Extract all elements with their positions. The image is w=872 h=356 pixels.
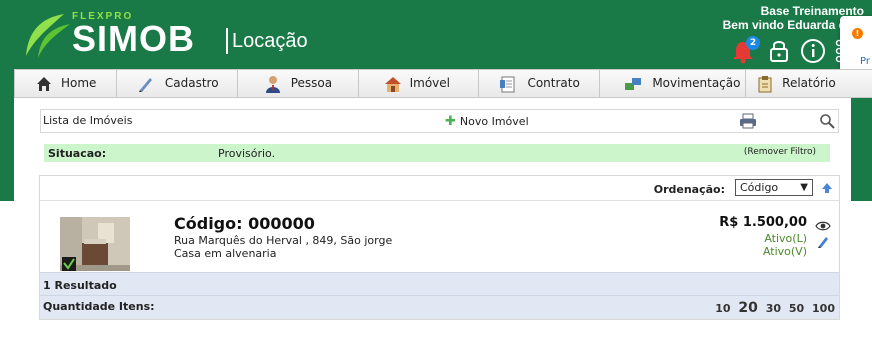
print-icon[interactable] bbox=[739, 113, 757, 129]
nav-label-contrato: Contrato bbox=[527, 76, 580, 90]
nav-item-pessoa[interactable]: Pessoa bbox=[237, 70, 359, 97]
nav-item-relatorio[interactable]: Relatório bbox=[746, 70, 872, 97]
property-type: Casa em alvenaria bbox=[174, 247, 277, 260]
home-icon bbox=[37, 77, 51, 91]
status-rental: Ativo(L) bbox=[764, 232, 807, 245]
status-sale: Ativo(V) bbox=[762, 245, 807, 258]
property-photo bbox=[60, 217, 130, 271]
ordering-select[interactable]: Código ▼ bbox=[735, 179, 813, 196]
logo-divider bbox=[226, 28, 228, 54]
logo-simob-text: SIMOB bbox=[72, 18, 196, 59]
lock-button[interactable] bbox=[766, 38, 792, 64]
nav-item-cadastro[interactable]: Cadastro bbox=[116, 70, 238, 97]
results-count-bar: 1 Resultado bbox=[40, 272, 839, 295]
page-size-options: 10 20 30 50 100 bbox=[711, 300, 835, 316]
ordering-divider bbox=[40, 200, 839, 201]
ordering-selected-value: Código bbox=[740, 181, 779, 194]
nav-label-relatorio: Relatório bbox=[782, 76, 836, 90]
nav-item-contrato[interactable]: Contrato bbox=[479, 70, 601, 97]
clipboard-icon bbox=[758, 76, 772, 93]
nav-item-imovel[interactable]: Imóvel bbox=[358, 70, 480, 97]
ordering-label: Ordenação: bbox=[653, 183, 725, 196]
nav-item-movimentacao[interactable]: Movimentação bbox=[600, 70, 747, 97]
new-property-label: Novo Imóvel bbox=[459, 115, 529, 128]
info-icon: ! bbox=[852, 28, 863, 39]
nav-label-home: Home bbox=[61, 76, 97, 90]
pen-icon bbox=[138, 78, 152, 92]
page-size-100[interactable]: 100 bbox=[812, 302, 835, 315]
chevron-down-icon: ▼ bbox=[800, 182, 808, 193]
sort-ascending-icon[interactable] bbox=[821, 182, 833, 194]
active-filter-bar: Situacao: Provisório. (Remover Filtro) bbox=[44, 144, 830, 162]
quantity-label: Quantidade Itens: bbox=[43, 300, 155, 313]
property-address: Rua Marquês do Herval , 849, São jorge bbox=[174, 234, 393, 247]
nav-item-home[interactable]: Home bbox=[15, 70, 117, 97]
property-price: R$ 1.500,00 bbox=[719, 215, 807, 230]
results-container: Ordenação: Código ▼ Código: 000000 Rua M… bbox=[39, 175, 840, 320]
app-header: FLEXPRO SIMOB Locação Base Treinamento B… bbox=[0, 0, 872, 68]
filter-value: Provisório. bbox=[218, 147, 276, 160]
lock-icon bbox=[770, 41, 788, 62]
list-toolbar: Lista de Imóveis ✚ Novo Imóvel bbox=[40, 109, 839, 133]
simob-logo[interactable]: FLEXPRO SIMOB Locação bbox=[20, 8, 320, 64]
plus-icon: ✚ bbox=[445, 114, 456, 129]
page-size-10[interactable]: 10 bbox=[715, 302, 730, 315]
info-icon bbox=[801, 39, 825, 63]
view-eye-icon[interactable] bbox=[815, 220, 831, 232]
property-thumbnail[interactable] bbox=[60, 217, 130, 271]
house-icon bbox=[384, 77, 401, 92]
document-icon bbox=[500, 76, 515, 93]
transfer-icon bbox=[625, 78, 642, 90]
page-size-50[interactable]: 50 bbox=[789, 302, 804, 315]
remove-filter-link[interactable]: (Remover Filtro) bbox=[744, 147, 816, 157]
ordering-control: Ordenação: Código ▼ bbox=[40, 179, 833, 197]
nav-label-imovel: Imóvel bbox=[409, 76, 450, 90]
main-nav: Home Cadastro Pessoa Imóvel Contrato Mov… bbox=[14, 69, 872, 98]
property-code[interactable]: Código: 000000 bbox=[174, 214, 315, 233]
page-size-20[interactable]: 20 bbox=[738, 300, 757, 316]
list-title: Lista de Imóveis bbox=[43, 114, 133, 127]
search-icon[interactable] bbox=[819, 113, 835, 129]
filter-label: Situacao: bbox=[48, 147, 107, 160]
new-property-button[interactable]: ✚ Novo Imóvel bbox=[445, 114, 529, 129]
nav-label-movimentacao: Movimentação bbox=[652, 76, 741, 90]
edit-pencil-icon[interactable] bbox=[817, 236, 829, 248]
toast-text: Pr bbox=[860, 56, 870, 67]
results-count: 1 Resultado bbox=[43, 279, 117, 292]
info-button[interactable] bbox=[800, 38, 826, 64]
page-size-bar: Quantidade Itens: 10 20 30 50 100 bbox=[40, 295, 839, 319]
person-icon bbox=[265, 76, 280, 93]
notification-badge: 2 bbox=[746, 36, 760, 50]
notifications-button[interactable]: 2 bbox=[730, 36, 760, 64]
logo-module-text: Locação bbox=[232, 30, 308, 52]
leaf-logo-icon bbox=[26, 14, 70, 58]
page-size-30[interactable]: 30 bbox=[766, 302, 781, 315]
nav-label-cadastro: Cadastro bbox=[164, 76, 219, 90]
nav-label-pessoa: Pessoa bbox=[290, 76, 333, 90]
